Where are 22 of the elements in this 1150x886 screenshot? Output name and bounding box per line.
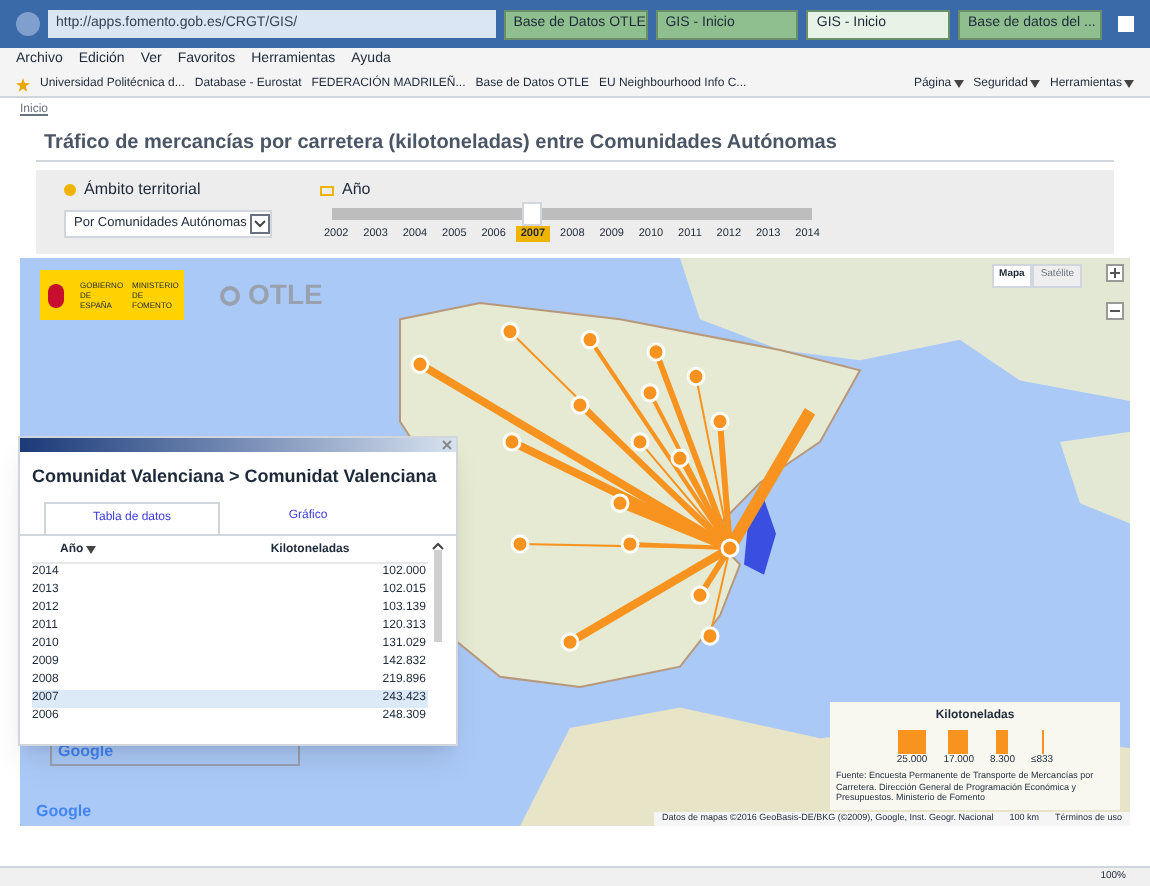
caret-icon bbox=[1124, 80, 1134, 88]
dropdown-icon[interactable] bbox=[254, 220, 266, 228]
year-slider[interactable] bbox=[332, 208, 812, 220]
close-icon[interactable] bbox=[442, 440, 452, 450]
google-logo: Google bbox=[36, 800, 92, 824]
legend-bar bbox=[898, 729, 927, 754]
sort-icon bbox=[85, 546, 96, 554]
star-icon[interactable] bbox=[16, 77, 30, 91]
caret-icon bbox=[1029, 80, 1040, 88]
zoom-out-button[interactable] bbox=[1106, 302, 1124, 320]
legend-bar bbox=[996, 729, 1009, 754]
zoom-in-button[interactable] bbox=[1106, 264, 1124, 282]
filter-label: Ámbito territorial bbox=[84, 178, 201, 202]
filter-label: Año bbox=[342, 178, 371, 202]
popup-title: Comunidat Valenciana > Comunidat Valenciana bbox=[30, 464, 439, 490]
brand-logo: OTLE bbox=[248, 276, 323, 314]
caret-icon bbox=[953, 80, 964, 88]
google-logo: Google bbox=[58, 740, 114, 764]
scroll-up-icon[interactable] bbox=[432, 541, 444, 549]
legend-bar bbox=[948, 729, 969, 754]
page-title: Tráfico de mercancías por carretera (kilotoneladas) entre Comunidades Autónomas bbox=[44, 130, 839, 158]
slider-thumb[interactable] bbox=[522, 202, 542, 226]
